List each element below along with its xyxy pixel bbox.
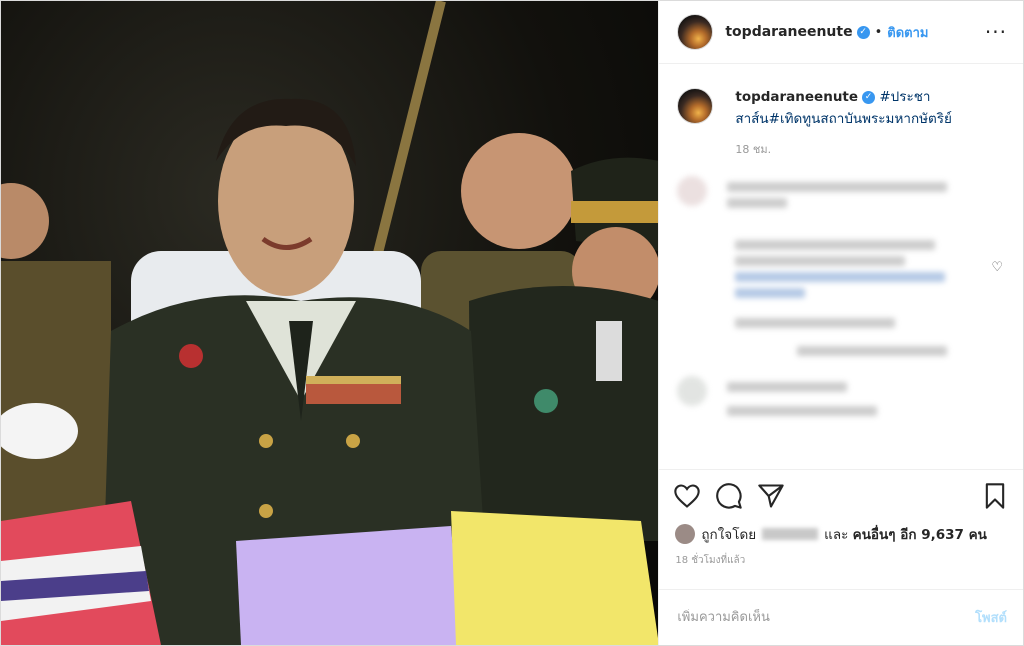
verified-badge-icon: ✓ bbox=[862, 90, 876, 104]
caption-avatar[interactable] bbox=[677, 88, 714, 124]
likes-others[interactable]: คนอื่นๆ อีก 9,637 คน bbox=[853, 523, 987, 545]
post-photo[interactable] bbox=[1, 1, 659, 645]
action-bar bbox=[659, 469, 1023, 521]
author-avatar[interactable] bbox=[677, 14, 714, 50]
comment-body-blurred bbox=[727, 376, 957, 422]
comment-avatar bbox=[677, 176, 708, 206]
post-caption: topdaraneenute ✓ #ประชาสาส์น#เทิดทูนสถาบั… bbox=[677, 86, 1007, 130]
photo-illustration bbox=[1, 1, 659, 645]
comment-item bbox=[677, 376, 1007, 422]
likes-prefix: ถูกใจโดย bbox=[701, 527, 757, 543]
post-time-ago: 18 ชั่วโมงที่แล้ว bbox=[675, 555, 746, 566]
instagram-post-modal: topdaraneenute ✓ • ติดตาม ··· topdaranee… bbox=[0, 0, 1024, 646]
comment-icon[interactable] bbox=[715, 482, 743, 510]
liker-name-blurred[interactable] bbox=[762, 528, 819, 540]
comments-section[interactable]: topdaraneenute ✓ #ประชาสาส์น#เทิดทูนสถาบั… bbox=[659, 64, 1023, 469]
comment-item bbox=[677, 176, 1007, 214]
reply-blurred bbox=[735, 240, 955, 328]
heart-outline-icon[interactable]: ♡ bbox=[991, 260, 1003, 275]
share-icon[interactable] bbox=[757, 482, 785, 510]
post-header: topdaraneenute ✓ • ติดตาม ··· bbox=[659, 1, 1023, 64]
comment-body-blurred bbox=[727, 176, 957, 214]
follow-button[interactable]: ติดตาม bbox=[887, 22, 928, 43]
bookmark-icon[interactable] bbox=[981, 482, 1009, 510]
view-replies-blurred[interactable] bbox=[797, 346, 957, 356]
post-side-panel: topdaraneenute ✓ • ติดตาม ··· topdaranee… bbox=[658, 1, 1023, 645]
likes-summary[interactable]: ถูกใจโดย และ คนอื่นๆ อีก 9,637 คน bbox=[659, 521, 1023, 547]
liker-avatar bbox=[675, 524, 696, 544]
caption-timestamp: 18 ชม. bbox=[735, 143, 772, 156]
caption-text-block: topdaraneenute ✓ #ประชาสาส์น#เทิดทูนสถาบั… bbox=[735, 86, 975, 130]
likes-middle: และ bbox=[824, 527, 849, 543]
verified-badge-icon: ✓ bbox=[856, 25, 870, 39]
heart-icon[interactable] bbox=[673, 482, 701, 510]
post-comment-button[interactable]: โพสต์ bbox=[975, 607, 1007, 628]
author-username[interactable]: topdaraneenute bbox=[725, 24, 852, 40]
comment-input[interactable] bbox=[675, 609, 976, 626]
add-comment-bar: โพสต์ bbox=[659, 589, 1023, 645]
comment-avatar bbox=[677, 376, 708, 406]
more-options-icon[interactable]: ··· bbox=[985, 20, 1007, 44]
caption-username[interactable]: topdaraneenute bbox=[735, 89, 858, 105]
separator-dot: • bbox=[874, 24, 883, 40]
